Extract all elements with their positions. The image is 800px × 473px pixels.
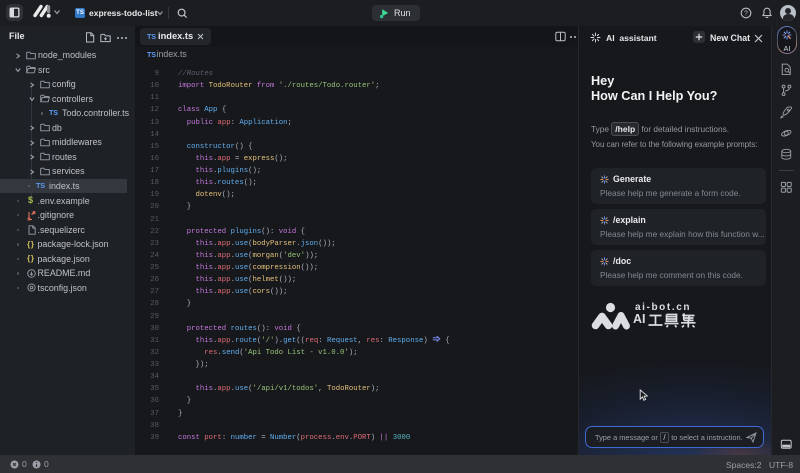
svg-text:?: ? — [744, 10, 748, 17]
